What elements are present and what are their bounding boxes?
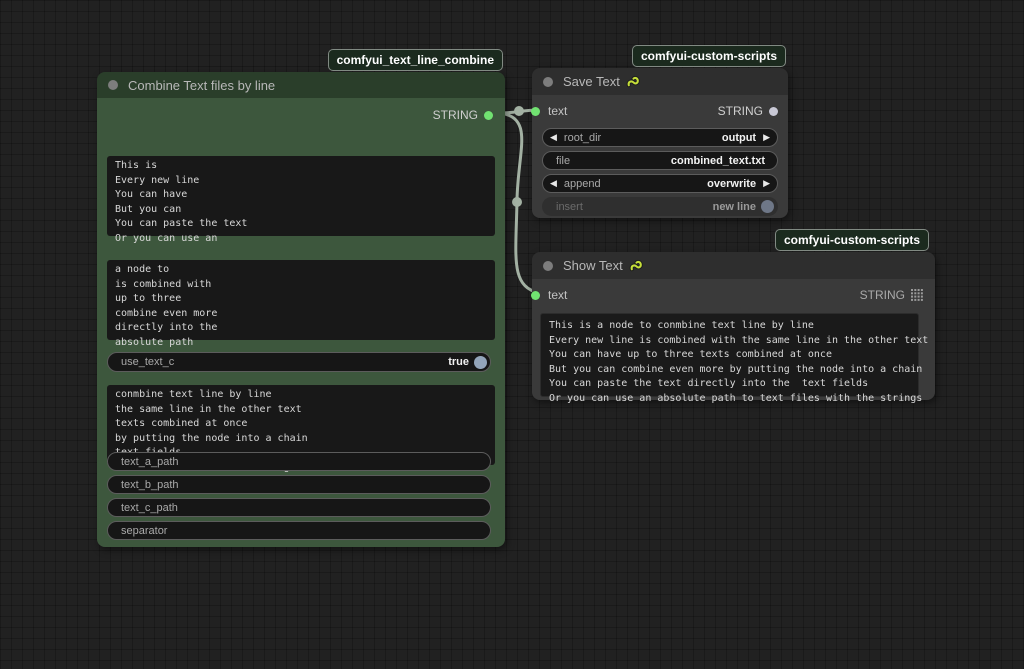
node-title: Show Text xyxy=(563,258,623,273)
python-snake-icon xyxy=(626,74,641,89)
append-combo[interactable]: ◀ append overwrite ▶ xyxy=(542,174,778,193)
toggle-label: use_text_c xyxy=(121,356,174,368)
node-body: text STRING This is a node to conmbine t… xyxy=(532,279,935,400)
node-type-badge: comfyui-custom-scripts xyxy=(775,229,929,251)
collapse-dot-icon[interactable] xyxy=(543,77,553,87)
text-b-input[interactable]: a node to is combined with up to three c… xyxy=(107,260,495,340)
node-titlebar[interactable]: Show Text xyxy=(532,252,935,279)
combo-prev-icon[interactable]: ◀ xyxy=(550,179,557,188)
root-dir-combo[interactable]: ◀ root_dir output ▶ xyxy=(542,128,778,147)
input-label: text xyxy=(548,104,567,118)
field-label: text_b_path xyxy=(121,479,179,491)
output-label: STRING xyxy=(433,108,478,122)
field-label: text_c_path xyxy=(121,502,178,514)
node-combine-text-files[interactable]: comfyui_text_line_combine Combine Text f… xyxy=(97,72,505,547)
output-slot-icon[interactable] xyxy=(484,111,493,120)
io-row: text STRING xyxy=(532,285,935,305)
field-value: combined_text.txt xyxy=(671,155,765,167)
text-a-path-field[interactable]: text_a_path xyxy=(107,452,491,471)
node-graph-canvas[interactable]: comfyui_text_line_combine Combine Text f… xyxy=(0,0,1024,669)
toggle-knob-icon[interactable] xyxy=(761,200,774,213)
grid-output-icon[interactable] xyxy=(911,289,923,301)
use-text-c-toggle[interactable]: use_text_c true xyxy=(107,352,491,372)
output-label: STRING xyxy=(718,104,763,118)
link-midpoint-dot xyxy=(512,197,522,207)
node-type-badge: comfyui-custom-scripts xyxy=(632,45,786,67)
node-body: STRING This is Every new line You can ha… xyxy=(97,98,505,547)
separator-field[interactable]: separator xyxy=(107,521,491,540)
collapse-dot-icon[interactable] xyxy=(108,80,118,90)
input-slot-icon[interactable] xyxy=(531,291,540,300)
node-title: Combine Text files by line xyxy=(128,78,275,93)
input-slot-icon[interactable] xyxy=(531,107,540,116)
node-show-text[interactable]: comfyui-custom-scripts Show Text text ST… xyxy=(532,252,935,400)
node-titlebar[interactable]: Save Text xyxy=(532,68,788,95)
toggle-knob-icon[interactable] xyxy=(474,356,487,369)
toggle-label: insert xyxy=(556,201,583,213)
file-field[interactable]: file combined_text.txt xyxy=(542,151,778,170)
python-snake-icon xyxy=(629,258,644,273)
output-row: STRING xyxy=(97,105,505,125)
text-a-input[interactable]: This is Every new line You can have But … xyxy=(107,156,495,236)
node-type-badge: comfyui_text_line_combine xyxy=(328,49,503,71)
collapse-dot-icon[interactable] xyxy=(543,261,553,271)
combo-value: overwrite xyxy=(707,178,756,190)
text-b-path-field[interactable]: text_b_path xyxy=(107,475,491,494)
link-midpoint-dot xyxy=(514,106,524,116)
combo-next-icon[interactable]: ▶ xyxy=(763,133,770,142)
show-text-output-display[interactable]: This is a node to conmbine text line by … xyxy=(540,313,919,397)
combo-prev-icon[interactable]: ◀ xyxy=(550,133,557,142)
toggle-value: new line xyxy=(713,201,756,213)
combo-next-icon[interactable]: ▶ xyxy=(763,179,770,188)
output-slot-icon[interactable] xyxy=(769,107,778,116)
combo-label: root_dir xyxy=(564,132,601,144)
field-label: separator xyxy=(121,525,167,537)
text-c-path-field[interactable]: text_c_path xyxy=(107,498,491,517)
node-titlebar[interactable]: Combine Text files by line xyxy=(97,72,505,98)
field-label: text_a_path xyxy=(121,456,179,468)
input-label: text xyxy=(548,288,567,302)
toggle-value: true xyxy=(448,356,469,368)
node-save-text[interactable]: comfyui-custom-scripts Save Text text ST… xyxy=(532,68,788,218)
output-label: STRING xyxy=(860,288,905,302)
node-title: Save Text xyxy=(563,74,620,89)
node-body: text STRING ◀ root_dir output ▶ file com… xyxy=(532,95,788,218)
io-row: text STRING xyxy=(532,101,788,121)
insert-toggle-disabled[interactable]: insert new line xyxy=(542,197,778,216)
combo-value: output xyxy=(722,132,756,144)
field-label: file xyxy=(556,155,570,167)
combo-label: append xyxy=(564,178,601,190)
